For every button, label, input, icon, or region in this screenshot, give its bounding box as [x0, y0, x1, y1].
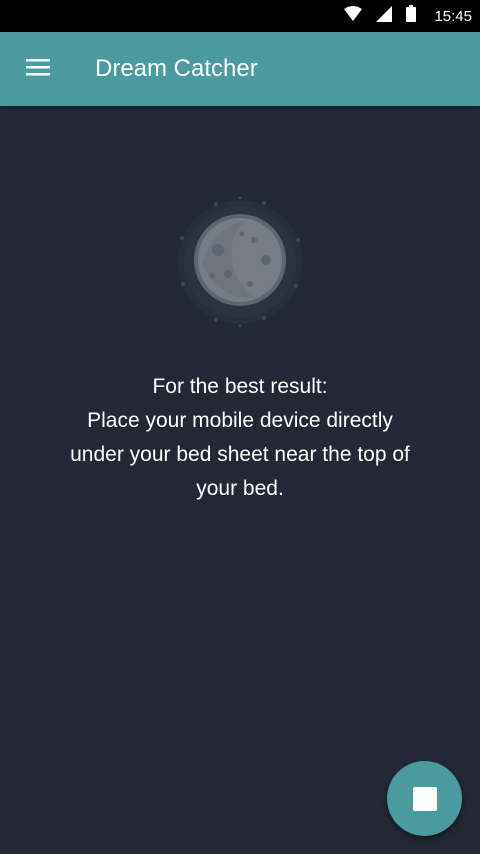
instruction-line-3: under your bed sheet near the top of [70, 443, 410, 466]
menu-button[interactable] [14, 45, 62, 93]
status-time: 15:45 [434, 7, 472, 25]
battery-icon [406, 5, 417, 27]
app-bar: Dream Catcher [0, 32, 480, 106]
moon-illustration [172, 194, 308, 330]
signal-icon [376, 5, 393, 27]
stop-icon [412, 786, 437, 811]
status-icons: 15:45 [344, 0, 472, 32]
instruction-line-1: For the best result: [152, 375, 328, 398]
status-bar: 15:45 [0, 0, 480, 32]
wifi-icon [344, 5, 363, 27]
stop-button[interactable] [387, 761, 462, 836]
instruction-line-4: your bed. [196, 477, 284, 500]
instruction-text: For the best result: Place your mobile d… [40, 370, 440, 506]
app-title: Dream Catcher [95, 55, 258, 82]
instruction-line-2: Place your mobile device directly [87, 409, 393, 432]
moon-icon [172, 196, 308, 334]
hamburger-menu-icon [25, 57, 51, 82]
